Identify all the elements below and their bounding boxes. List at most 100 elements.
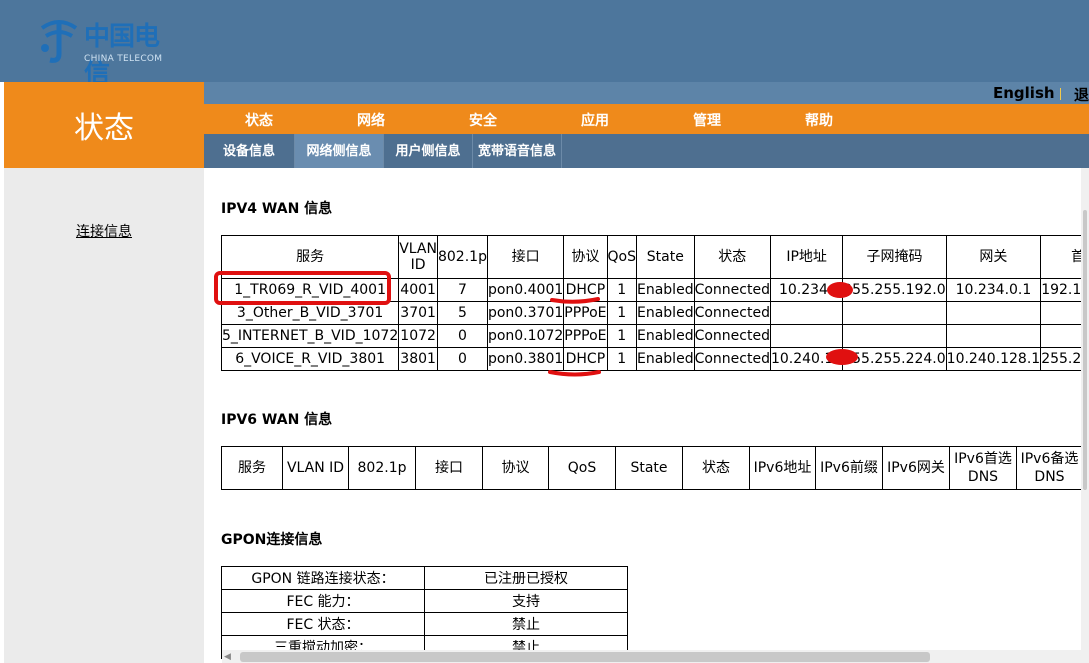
table-row: 1_TR069_R_VID_4001 4001 7 pon0.4001 DHCP…: [220, 278, 1089, 302]
left-sidebar: 连接信息: [4, 168, 204, 663]
table-cell: Enabled: [636, 347, 695, 371]
table-row: 5_INTERNET_B_VID_1072 1072 0 pon0.1072 P…: [220, 324, 1089, 348]
table-cell: 3_Other_B_VID_3701: [220, 301, 400, 325]
table-header-row: 服务 VLAN ID 802.1p 接口 协议 QoS State 状态 IP地…: [220, 235, 1089, 279]
column-header: VLAN ID: [282, 446, 349, 490]
column-header: IPv6首选 DNS: [949, 446, 1017, 490]
menu-item-application[interactable]: 应用: [581, 110, 609, 130]
menu-item-management[interactable]: 管理: [693, 110, 721, 130]
column-header: 协议: [482, 446, 549, 490]
table-cell: 10.234.0.1: [945, 278, 1042, 302]
top-strip: [204, 82, 1089, 104]
table-cell: 3701: [398, 301, 438, 325]
column-header: 接口: [486, 235, 565, 279]
column-header: 网关: [945, 235, 1042, 279]
table-cell: [945, 301, 1042, 325]
table-cell: 1_TR069_R_VID_4001: [220, 278, 400, 302]
ipv6-wan-title: IPV6 WAN 信息: [221, 412, 333, 428]
table-cell: pon0.4001: [486, 278, 565, 302]
table-cell: 1: [606, 324, 638, 348]
menu-item-status[interactable]: 状态: [245, 110, 273, 130]
sub-menu: 设备信息 网络侧信息 用户侧信息 宽带语音信息: [204, 134, 1089, 168]
logout-link[interactable]: 退: [1074, 84, 1089, 105]
table-cell: GPON 链路连接状态：: [221, 566, 425, 590]
table-cell: 3801: [398, 347, 438, 371]
language-link[interactable]: English: [993, 84, 1055, 102]
column-header: QoS: [606, 235, 638, 279]
left-section-title: 状态: [4, 82, 204, 168]
table-row: 6_VOICE_R_VID_3801 3801 0 pon0.3801 DHCP…: [220, 347, 1089, 371]
scroll-left-arrow-icon[interactable]: ◀: [224, 652, 231, 662]
column-header: State: [615, 446, 683, 490]
sidebar-link-connection-info[interactable]: 连接信息: [76, 221, 132, 241]
table-row: GPON 链路连接状态： 已注册已授权: [221, 566, 628, 590]
table-row: FEC 能力： 支持: [221, 589, 628, 613]
horizontal-scroll-thumb[interactable]: [240, 652, 930, 662]
telecom-logo-icon: [40, 20, 78, 63]
language-separator: [1060, 88, 1061, 100]
table-cell: FEC 状态：: [221, 612, 425, 636]
tab-voice-info[interactable]: 宽带语音信息: [473, 134, 562, 168]
logo-chinese-text: 中国电信: [84, 22, 160, 89]
ipv6-wan-table: 服务 VLAN ID 802.1p 接口 协议 QoS State 状态 IPv…: [221, 446, 1083, 490]
table-cell: PPPoE: [563, 301, 608, 325]
ipv4-wan-title: IPV4 WAN 信息: [221, 201, 333, 217]
table-cell: Enabled: [636, 324, 695, 348]
column-header: IPv6前缀: [815, 446, 883, 490]
table-cell: 7: [436, 278, 488, 302]
table-cell: Connected: [693, 278, 771, 302]
table-cell: 1: [606, 278, 638, 302]
gpon-title: GPON连接信息: [221, 532, 323, 548]
menu-item-help[interactable]: 帮助: [805, 110, 833, 130]
table-cell: 已注册已授权: [424, 566, 628, 590]
table-cell: DHCP: [563, 347, 608, 371]
table-cell: [769, 301, 844, 325]
ipv4-wan-table: 服务 VLAN ID 802.1p 接口 协议 QoS State 状态 IP地…: [220, 235, 1089, 371]
column-header: IPv6地址: [749, 446, 816, 490]
table-cell: 4001: [398, 278, 438, 302]
table-cell: Enabled: [636, 278, 695, 302]
column-header: QoS: [548, 446, 616, 490]
table-cell: 支持: [424, 589, 628, 613]
table-cell: 6_VOICE_R_VID_3801: [220, 347, 400, 371]
table-cell: 255.255.192.0: [842, 278, 947, 302]
table-cell: [945, 324, 1042, 348]
table-cell: 255.255.224.0: [842, 347, 947, 371]
table-cell: FEC 能力：: [221, 589, 425, 613]
table-cell: [842, 301, 947, 325]
table-cell: Connected: [693, 324, 771, 348]
table-cell: 5_INTERNET_B_VID_1072: [220, 324, 400, 348]
table-cell: pon0.3701: [486, 301, 565, 325]
column-header: 服务: [221, 446, 283, 490]
underline-mark: [548, 370, 601, 377]
table-cell: [842, 324, 947, 348]
table-cell: 0: [436, 347, 488, 371]
table-cell: 1: [606, 301, 638, 325]
menu-item-security[interactable]: 安全: [469, 110, 497, 130]
column-header: IP地址: [769, 235, 844, 279]
column-header: IPv6备选 DNS: [1016, 446, 1083, 490]
gpon-info-table: GPON 链路连接状态： 已注册已授权 FEC 能力： 支持 FEC 状态： 禁…: [221, 566, 628, 659]
menu-item-network[interactable]: 网络: [357, 110, 385, 130]
header-banner: 中国电信 CHINA TELECOM: [0, 0, 1089, 89]
table-cell: Connected: [693, 301, 771, 325]
table-cell: 10.234.6: [769, 278, 844, 302]
table-header-row: 服务 VLAN ID 802.1p 接口 协议 QoS State 状态 IPv…: [221, 446, 1083, 490]
column-header: 接口: [415, 446, 483, 490]
column-header: 服务: [220, 235, 400, 279]
vertical-scroll-thumb[interactable]: [1083, 210, 1087, 490]
tab-device-info[interactable]: 设备信息: [204, 134, 295, 168]
column-header: State: [636, 235, 695, 279]
table-cell: 5: [436, 301, 488, 325]
tab-user-side-info[interactable]: 用户侧信息: [384, 134, 473, 168]
table-cell: 10.240.128.1: [945, 347, 1042, 371]
tab-network-side-info[interactable]: 网络侧信息: [295, 134, 384, 168]
table-cell: pon0.1072: [486, 324, 565, 348]
column-header: VLAN ID: [398, 235, 438, 279]
table-row: 3_Other_B_VID_3701 3701 5 pon0.3701 PPPo…: [220, 301, 1089, 325]
column-header: 状态: [682, 446, 750, 490]
column-header: IPv6网关: [882, 446, 950, 490]
column-header: 802.1p: [348, 446, 416, 490]
table-cell: 0: [436, 324, 488, 348]
column-header: 协议: [563, 235, 608, 279]
